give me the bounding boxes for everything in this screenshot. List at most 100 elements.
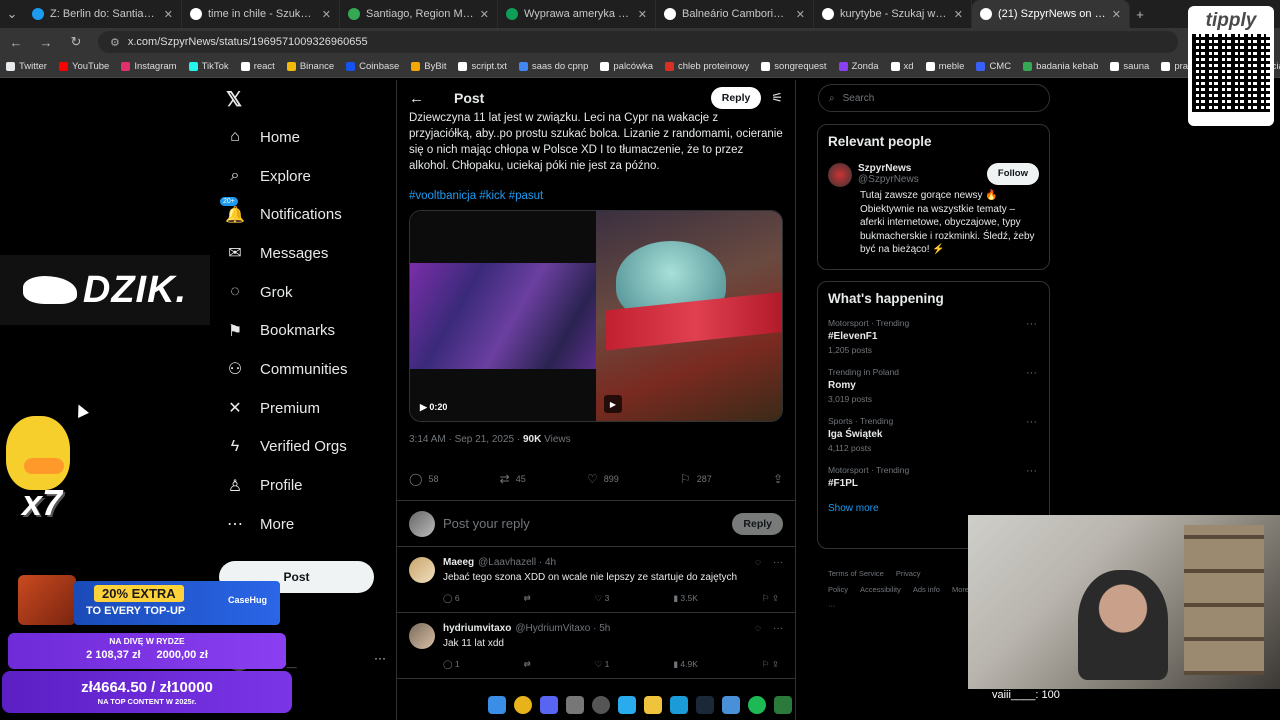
grok-icon[interactable]: ◌ xyxy=(755,623,761,634)
repost-action[interactable]: ⇄ xyxy=(524,659,531,670)
bookmark-item[interactable]: Coinbase xyxy=(346,61,399,72)
nav-item-explore[interactable]: ⌕ Explore xyxy=(218,157,396,196)
person-name[interactable]: SzpyrNews xyxy=(858,163,981,174)
bookmark-item[interactable]: CMC xyxy=(976,61,1011,72)
x-logo-icon[interactable]: 𝕏 xyxy=(218,80,396,118)
more-icon[interactable]: ··· xyxy=(773,623,783,634)
reply-action[interactable]: ◯ 1 xyxy=(443,659,460,670)
bookmark-item[interactable]: Zonda xyxy=(838,61,879,72)
back-arrow-icon[interactable]: ← xyxy=(409,90,424,107)
browser-tab[interactable]: Z: Berlin do: Santiago | Loty Go ✕ xyxy=(24,0,182,28)
reply-item[interactable]: Maeeg @Laavhazell · 4h ◌ ··· Jebać tego szo… xyxy=(397,547,795,613)
bookmark-item[interactable]: script.txt xyxy=(458,61,507,72)
bookmark-item[interactable]: Instagram xyxy=(121,61,177,72)
bookmark-item[interactable]: TikTok xyxy=(188,61,229,72)
grok-icon[interactable]: ◌ xyxy=(755,557,761,568)
trend-item[interactable]: Trending in Poland Romy 3,019 posts ··· xyxy=(828,367,1039,404)
browser-tab[interactable]: Santiago, Region Metropolitan ✕ xyxy=(340,0,498,28)
bookmark-item[interactable]: chleb proteinowy xyxy=(664,61,749,72)
more-icon[interactable]: ··· xyxy=(1026,416,1037,428)
close-tab-icon[interactable]: ✕ xyxy=(954,8,963,21)
reload-icon[interactable]: ↻ xyxy=(68,34,84,50)
bookmark-item[interactable]: songrequest xyxy=(761,61,827,72)
site-info-icon[interactable]: ⚙ xyxy=(110,36,120,49)
close-tab-icon[interactable]: ✕ xyxy=(164,8,173,21)
bookmark-item[interactable]: xd xyxy=(890,61,914,72)
footer-link[interactable]: Terms of Service xyxy=(828,569,884,578)
footer-link[interactable]: Ads info xyxy=(913,585,940,594)
browser-tab[interactable]: kurytybe - Szukaj w Google ✕ xyxy=(814,0,972,28)
avatar[interactable] xyxy=(409,557,435,583)
reply-author[interactable]: Maeeg xyxy=(443,557,474,568)
nav-item-home[interactable]: ⌂ Home xyxy=(218,118,396,157)
repost-action[interactable]: ⇄ xyxy=(524,593,531,604)
settings-sliders-icon[interactable]: ⚟ xyxy=(771,90,783,106)
reply-item[interactable]: hydriumvitaxo @HydriumVitaxo · 5h ◌ ··· Jak… xyxy=(397,613,795,679)
more-icon[interactable]: ··· xyxy=(1026,465,1037,477)
bookmark-action[interactable]: ⚐ ⇪ xyxy=(762,593,779,604)
bookmark-item[interactable]: Binance xyxy=(286,61,334,72)
close-tab-icon[interactable]: ✕ xyxy=(322,8,331,21)
repost-action[interactable]: ⇄ 45 xyxy=(500,472,526,486)
bookmark-item[interactable]: Twitter xyxy=(6,61,47,72)
like-action[interactable]: ♡ 3 xyxy=(595,593,610,604)
search-input[interactable]: ⌕ Search xyxy=(818,84,1050,112)
bookmark-item[interactable]: badania kebab xyxy=(1023,61,1098,72)
close-tab-icon[interactable]: ✕ xyxy=(638,8,647,21)
show-more-link[interactable]: Show more xyxy=(828,503,1039,514)
browser-tab[interactable]: Wyprawa ameryka południowa ✕ xyxy=(498,0,656,28)
nav-item-bookmarks[interactable]: ⚑ Bookmarks xyxy=(218,311,396,350)
more-icon[interactable]: ··· xyxy=(773,557,783,568)
bookmark-action[interactable]: ⚐ 287 xyxy=(680,472,712,486)
bookmark-item[interactable]: sauna xyxy=(1110,61,1149,72)
avatar[interactable] xyxy=(828,163,852,187)
like-action[interactable]: ♡ 899 xyxy=(587,472,619,486)
nav-item-profile[interactable]: ♙ Profile xyxy=(218,466,396,505)
views-action[interactable]: ▮ 3.5K xyxy=(673,593,698,604)
nav-item-premium[interactable]: ✕ Premium xyxy=(218,389,396,428)
nav-item-verified-orgs[interactable]: ϟ Verified Orgs xyxy=(218,428,396,467)
header-reply-button[interactable]: Reply xyxy=(710,87,762,109)
more-icon[interactable]: ··· xyxy=(1026,318,1037,330)
post-media[interactable]: ▶ 0:20 ▶ xyxy=(409,210,783,422)
video-left[interactable]: ▶ 0:20 xyxy=(410,211,596,421)
nav-item-notifications[interactable]: 🔔 20+ Notifications xyxy=(218,195,396,234)
close-tab-icon[interactable]: ✕ xyxy=(796,8,805,21)
trend-item[interactable]: Sports · Trending Iga Świątek 4,112 posts ·… xyxy=(828,416,1039,453)
back-icon[interactable]: ← xyxy=(8,35,24,50)
reply-author[interactable]: hydriumvitaxo xyxy=(443,623,511,634)
browser-tab[interactable]: time in chile - Szukaj w Google ✕ xyxy=(182,0,340,28)
video-duration[interactable]: ▶ 0:20 xyxy=(420,402,447,413)
browser-tab[interactable]: Balneário Camboriú - Szukaj w ✕ xyxy=(656,0,814,28)
bookmark-action[interactable]: ⚐ ⇪ xyxy=(762,659,779,670)
close-tab-icon[interactable]: ✕ xyxy=(480,8,489,21)
nav-item-grok[interactable]: ◌ Grok xyxy=(218,273,396,312)
nav-item-messages[interactable]: ✉ Messages xyxy=(218,234,396,273)
nav-item-communities[interactable]: ⚇ Communities xyxy=(218,350,396,389)
bookmark-item[interactable]: ByBit xyxy=(411,61,446,72)
reply-action[interactable]: ◯ 6 xyxy=(443,593,460,604)
video-right[interactable]: ▶ xyxy=(596,211,782,421)
share-action[interactable]: ⇪ xyxy=(773,472,783,486)
avatar[interactable] xyxy=(409,623,435,649)
like-action[interactable]: ♡ 1 xyxy=(595,659,610,670)
reply-input[interactable]: Post your reply xyxy=(443,516,724,531)
bookmark-item[interactable]: meble xyxy=(925,61,964,72)
url-bar[interactable]: ⚙ x.com/SzpyrNews/status/196957100932696… xyxy=(98,31,1178,53)
bookmark-item[interactable]: react xyxy=(240,61,275,72)
nav-item-more[interactable]: ⋯ More xyxy=(218,505,396,544)
trend-item[interactable]: Motorsport · Trending #ElevenF1 1,205 post… xyxy=(828,318,1039,355)
forward-icon[interactable]: → xyxy=(38,35,54,50)
more-icon[interactable]: ··· xyxy=(374,651,386,665)
reply-action[interactable]: ◯ 58 xyxy=(409,472,438,486)
views-action[interactable]: ▮ 4.9K xyxy=(673,659,698,670)
follow-button[interactable]: Follow xyxy=(986,163,1039,185)
post-hashtags[interactable]: #vooltbanicja #kick #pasut xyxy=(397,190,795,202)
bookmark-item[interactable]: saas do cpnp xyxy=(518,61,588,72)
close-tab-icon[interactable]: ✕ xyxy=(1112,8,1121,21)
footer-link[interactable]: Accessibility xyxy=(860,585,901,594)
bookmark-item[interactable]: YouTube xyxy=(58,61,109,72)
reply-submit-button[interactable]: Reply xyxy=(732,512,783,535)
tab-list-icon[interactable]: ⌄ xyxy=(0,6,24,22)
bookmark-item[interactable]: palcówka xyxy=(600,61,653,72)
